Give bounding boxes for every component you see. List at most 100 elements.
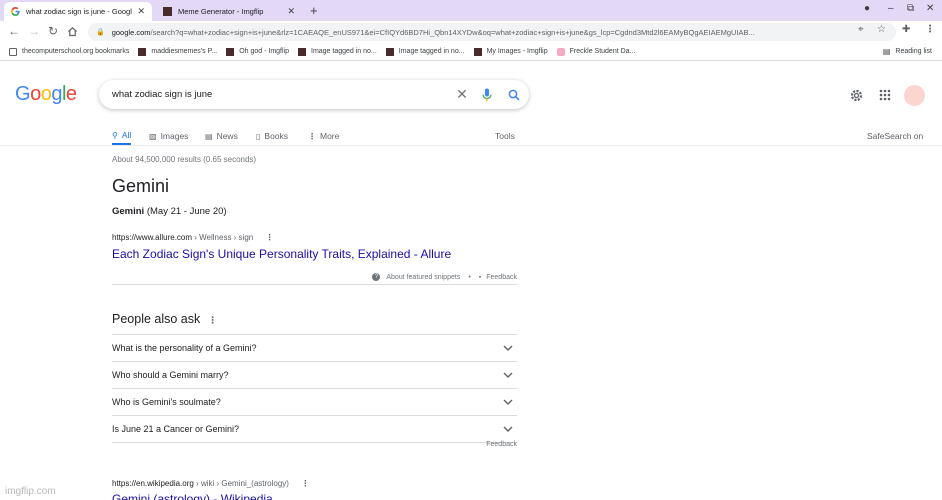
news-icon: ▤ bbox=[205, 131, 213, 141]
tab-books[interactable]: ▯ Books bbox=[256, 127, 288, 145]
bookmark-item[interactable]: Image tagged in no... bbox=[298, 47, 377, 56]
microphone-icon[interactable] bbox=[475, 88, 499, 102]
feedback-link[interactable]: Feedback bbox=[486, 274, 517, 281]
tools-label: Tools bbox=[495, 131, 515, 141]
reload-icon[interactable]: ↻ bbox=[48, 24, 58, 38]
bookmarks-bar: thecomputerschool.org bookmarks maddiesm… bbox=[0, 43, 942, 61]
chevron-down-icon bbox=[503, 372, 513, 378]
image-icon: ▨ bbox=[149, 131, 157, 141]
imgflip-icon bbox=[163, 7, 172, 16]
bookmark-label: Image tagged in no... bbox=[311, 48, 377, 55]
answer-bold: Gemini bbox=[112, 206, 145, 217]
apps-grid-icon[interactable] bbox=[879, 89, 891, 101]
kebab-icon: ⋮ bbox=[308, 131, 316, 141]
chevron-down-icon bbox=[503, 426, 513, 432]
location-icon[interactable]: ⌖ bbox=[858, 24, 864, 35]
question-text: What is the personality of a Gemini? bbox=[112, 343, 257, 353]
window-close-icon[interactable]: ✕ bbox=[926, 3, 934, 14]
tools-button[interactable]: Tools bbox=[495, 127, 515, 145]
question-text: Is June 21 a Cancer or Gemini? bbox=[112, 424, 240, 434]
tab-images[interactable]: ▨ Images bbox=[149, 127, 188, 145]
bookmark-item[interactable]: Image tagged in no... bbox=[385, 47, 465, 56]
back-icon[interactable]: ← bbox=[8, 24, 20, 38]
logo-letter: o bbox=[40, 83, 52, 105]
tab-label: All bbox=[121, 130, 132, 140]
paa-question[interactable]: What is the personality of a Gemini? bbox=[112, 335, 517, 362]
result-menu-icon[interactable]: ⋮ bbox=[301, 479, 309, 488]
forward-icon[interactable]: → bbox=[28, 24, 40, 38]
browser-tabstrip: what zodiac sign is june - Googl ✕ Meme … bbox=[0, 0, 942, 21]
people-also-ask-heading: People also ask ⋮ bbox=[112, 312, 217, 326]
bookmark-label: My Images - Imgflip bbox=[486, 48, 548, 55]
paa-question[interactable]: Who is Gemini's soulmate? bbox=[112, 389, 517, 416]
logo-letter: e bbox=[65, 83, 77, 105]
kebab-icon[interactable]: ⋮ bbox=[208, 315, 217, 325]
minimize-icon[interactable]: – bbox=[888, 3, 894, 14]
cite-host: https://www.allure.com bbox=[112, 233, 193, 242]
chevron-down-icon bbox=[503, 399, 513, 405]
search-icon: ⚲ bbox=[112, 130, 118, 140]
browser-tab-google[interactable]: what zodiac sign is june - Googl ✕ bbox=[4, 2, 152, 21]
paa-question[interactable]: Who should a Gemini marry? bbox=[112, 362, 517, 389]
google-logo[interactable]: Google bbox=[15, 83, 77, 106]
answer-dates: (May 21 - June 20) bbox=[144, 206, 227, 217]
bookmark-star-icon[interactable]: ☆ bbox=[877, 24, 886, 35]
result-cite: https://www.allure.com › Wellness › sign… bbox=[112, 233, 273, 242]
safesearch-button[interactable]: SafeSearch on bbox=[867, 127, 923, 145]
close-tab-icon[interactable]: ✕ bbox=[287, 6, 295, 17]
folder-icon bbox=[9, 47, 17, 56]
reading-list-button[interactable]: ▤ Reading list bbox=[883, 47, 932, 56]
about-snippets-link[interactable]: About featured snippets bbox=[386, 274, 460, 281]
profile-indicator-icon[interactable]: ● bbox=[864, 3, 870, 14]
bookmark-item[interactable]: maddiesmemes's P... bbox=[138, 47, 217, 56]
bookmark-label: Freckle Student Da... bbox=[569, 48, 636, 55]
new-tab-button[interactable]: + bbox=[310, 3, 318, 18]
logo-letter: o bbox=[30, 83, 41, 105]
tab-label: News bbox=[216, 131, 238, 141]
search-icon[interactable] bbox=[499, 89, 529, 101]
bookmark-item[interactable]: thecomputerschool.org bookmarks bbox=[9, 47, 129, 56]
logo-letter: G bbox=[15, 83, 31, 105]
result-link[interactable]: Gemini (astrology) - Wikipedia bbox=[112, 492, 273, 500]
lock-icon: 🔒 bbox=[96, 29, 105, 36]
safesearch-label: SafeSearch on bbox=[867, 131, 924, 141]
settings-gear-icon[interactable] bbox=[849, 88, 864, 103]
tab-label: Images bbox=[160, 131, 189, 141]
url-text: google.com/search?q=what+zodiac+sign+is+… bbox=[111, 27, 755, 37]
result-link[interactable]: Each Zodiac Sign's Unique Personality Tr… bbox=[112, 247, 451, 261]
imgflip-icon bbox=[473, 47, 482, 56]
search-input[interactable]: what zodiac sign is june ✕ bbox=[99, 80, 529, 109]
result-menu-icon[interactable]: ⋮ bbox=[265, 233, 273, 242]
paa-feedback-link[interactable]: Feedback bbox=[112, 441, 517, 448]
imgflip-icon bbox=[298, 47, 306, 56]
cite-host: https://en.wikipedia.org bbox=[112, 479, 194, 488]
result-cite: https://en.wikipedia.org › wiki › Gemini… bbox=[112, 479, 309, 488]
bookmark-label: Image tagged in no... bbox=[398, 48, 465, 55]
tab-all[interactable]: ⚲ All bbox=[112, 127, 132, 145]
close-tab-icon[interactable]: ✕ bbox=[137, 6, 145, 17]
tab-more[interactable]: ⋮ More bbox=[308, 127, 339, 145]
extensions-icon[interactable]: ✚ bbox=[902, 24, 910, 35]
book-icon: ▯ bbox=[256, 131, 261, 141]
reading-list-label: Reading list bbox=[895, 48, 932, 55]
question-text: Who should a Gemini marry? bbox=[112, 370, 229, 380]
address-bar[interactable]: 🔒 google.com/search?q=what+zodiac+sign+i… bbox=[88, 23, 896, 41]
browser-menu-icon[interactable]: ⋮ bbox=[925, 24, 935, 35]
feedback-icon: ▪ bbox=[478, 273, 482, 281]
people-also-ask-list: What is the personality of a Gemini? Who… bbox=[112, 334, 517, 443]
reading-list-icon: ▤ bbox=[882, 47, 891, 56]
home-icon[interactable] bbox=[67, 26, 78, 37]
featured-snippet-answer: Gemini (May 21 - June 20) bbox=[112, 206, 227, 217]
browser-tab-imgflip[interactable]: Meme Generator - Imgflip ✕ bbox=[156, 2, 302, 21]
bookmark-item[interactable]: Freckle Student Da... bbox=[556, 47, 636, 56]
tab-news[interactable]: ▤ News bbox=[205, 127, 238, 145]
restore-icon[interactable]: ⧉ bbox=[907, 3, 914, 14]
account-avatar[interactable] bbox=[904, 85, 925, 106]
paa-question[interactable]: Is June 21 a Cancer or Gemini? bbox=[112, 416, 517, 443]
imgflip-icon bbox=[226, 47, 235, 56]
clear-search-icon[interactable]: ✕ bbox=[449, 86, 475, 103]
search-query-text[interactable]: what zodiac sign is june bbox=[112, 89, 449, 100]
featured-snippet-footer: ? About featured snippets • ▪ Feedback bbox=[112, 271, 517, 285]
bookmark-item[interactable]: Oh god - Imgflip bbox=[226, 47, 289, 56]
bookmark-item[interactable]: My Images - Imgflip bbox=[473, 47, 548, 56]
